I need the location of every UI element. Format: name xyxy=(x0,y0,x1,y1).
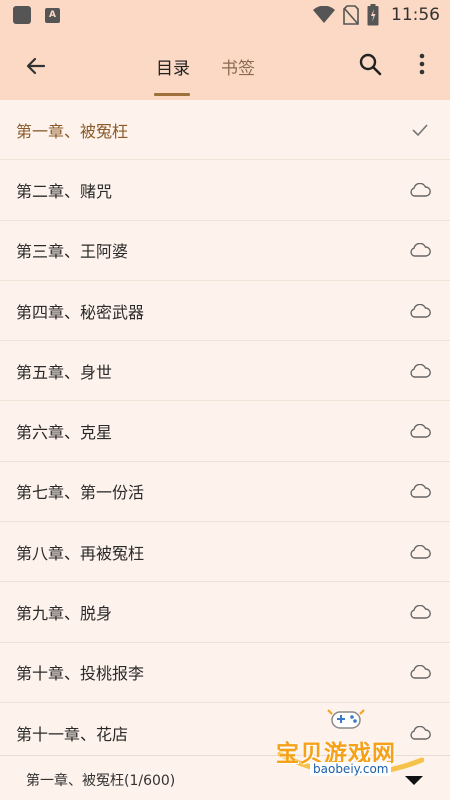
app-icon xyxy=(13,6,31,24)
chapter-title: 第四章、秘密武器 xyxy=(16,302,145,322)
chapter-title: 第二章、赌咒 xyxy=(16,181,113,201)
cloud-icon xyxy=(408,361,432,381)
cloud-icon xyxy=(408,602,432,622)
check-icon xyxy=(408,120,432,140)
arrow-left-icon xyxy=(26,57,46,75)
chapter-item[interactable]: 第十章、投桃报李 xyxy=(0,643,450,703)
search-button[interactable] xyxy=(354,48,386,80)
gamepad-icon xyxy=(327,709,365,729)
app-bar: 目录 书签 xyxy=(0,32,450,100)
current-chapter-label: 第一章、被冤枉(1/600) xyxy=(26,773,176,789)
chapter-title: 第三章、王阿婆 xyxy=(16,242,129,262)
tab-toc[interactable]: 目录 xyxy=(154,54,190,98)
tab-toc-label: 目录 xyxy=(156,59,190,79)
cloud-icon xyxy=(408,662,432,682)
chapter-item[interactable]: 第三章、王阿婆 xyxy=(0,221,450,281)
tab-bookmarks-label: 书签 xyxy=(221,59,255,79)
more-vert-icon xyxy=(419,53,425,75)
chapter-title: 第九章、脱身 xyxy=(16,604,113,624)
cloud-icon xyxy=(408,481,432,501)
search-icon xyxy=(359,53,382,76)
chapter-title: 第六章、克星 xyxy=(16,423,113,443)
chapter-item[interactable]: 第九章、脱身 xyxy=(0,582,450,643)
tab-bookmarks[interactable]: 书签 xyxy=(221,54,255,98)
back-button[interactable] xyxy=(18,48,54,84)
a-icon: A xyxy=(45,8,60,23)
cloud-icon xyxy=(408,301,432,321)
chapter-list: 第一章、被冤枉 第二章、赌咒 第三章、王阿婆 第四章、秘密武器 第五章、身世 第… xyxy=(0,100,450,764)
cloud-icon xyxy=(408,240,432,260)
chapter-title: 第一章、被冤枉 xyxy=(16,121,129,141)
chapter-item[interactable]: 第一章、被冤枉 xyxy=(0,100,450,161)
chapter-item[interactable]: 第八章、再被冤枉 xyxy=(0,522,450,583)
cloud-icon xyxy=(408,542,432,562)
cloud-icon xyxy=(408,421,432,441)
wifi-icon xyxy=(313,6,335,23)
chapter-item[interactable]: 第二章、赌咒 xyxy=(0,160,450,221)
battery-icon xyxy=(367,4,379,26)
clock: 11:56 xyxy=(391,5,440,25)
chapter-item[interactable]: 第四章、秘密武器 xyxy=(0,281,450,342)
tab-indicator xyxy=(154,93,190,96)
chapter-title: 第七章、第一份活 xyxy=(16,483,145,503)
chapter-title: 第十章、投桃报李 xyxy=(16,664,145,684)
chapter-item[interactable]: 第六章、克星 xyxy=(0,401,450,462)
no-sim-icon xyxy=(343,5,359,25)
watermark: 宝贝游戏网 baobeiy.com xyxy=(276,706,424,790)
status-bar: A 11:56 xyxy=(0,0,450,32)
watermark-url: baobeiy.com xyxy=(310,762,392,776)
chapter-item[interactable]: 第七章、第一份活 xyxy=(0,462,450,523)
chapter-item[interactable]: 第五章、身世 xyxy=(0,341,450,402)
chapter-title: 第五章、身世 xyxy=(16,362,113,382)
chapter-title: 第十一章、花店 xyxy=(16,724,129,744)
more-button[interactable] xyxy=(410,48,434,80)
chapter-title: 第八章、再被冤枉 xyxy=(16,543,145,563)
cloud-icon xyxy=(408,180,432,200)
